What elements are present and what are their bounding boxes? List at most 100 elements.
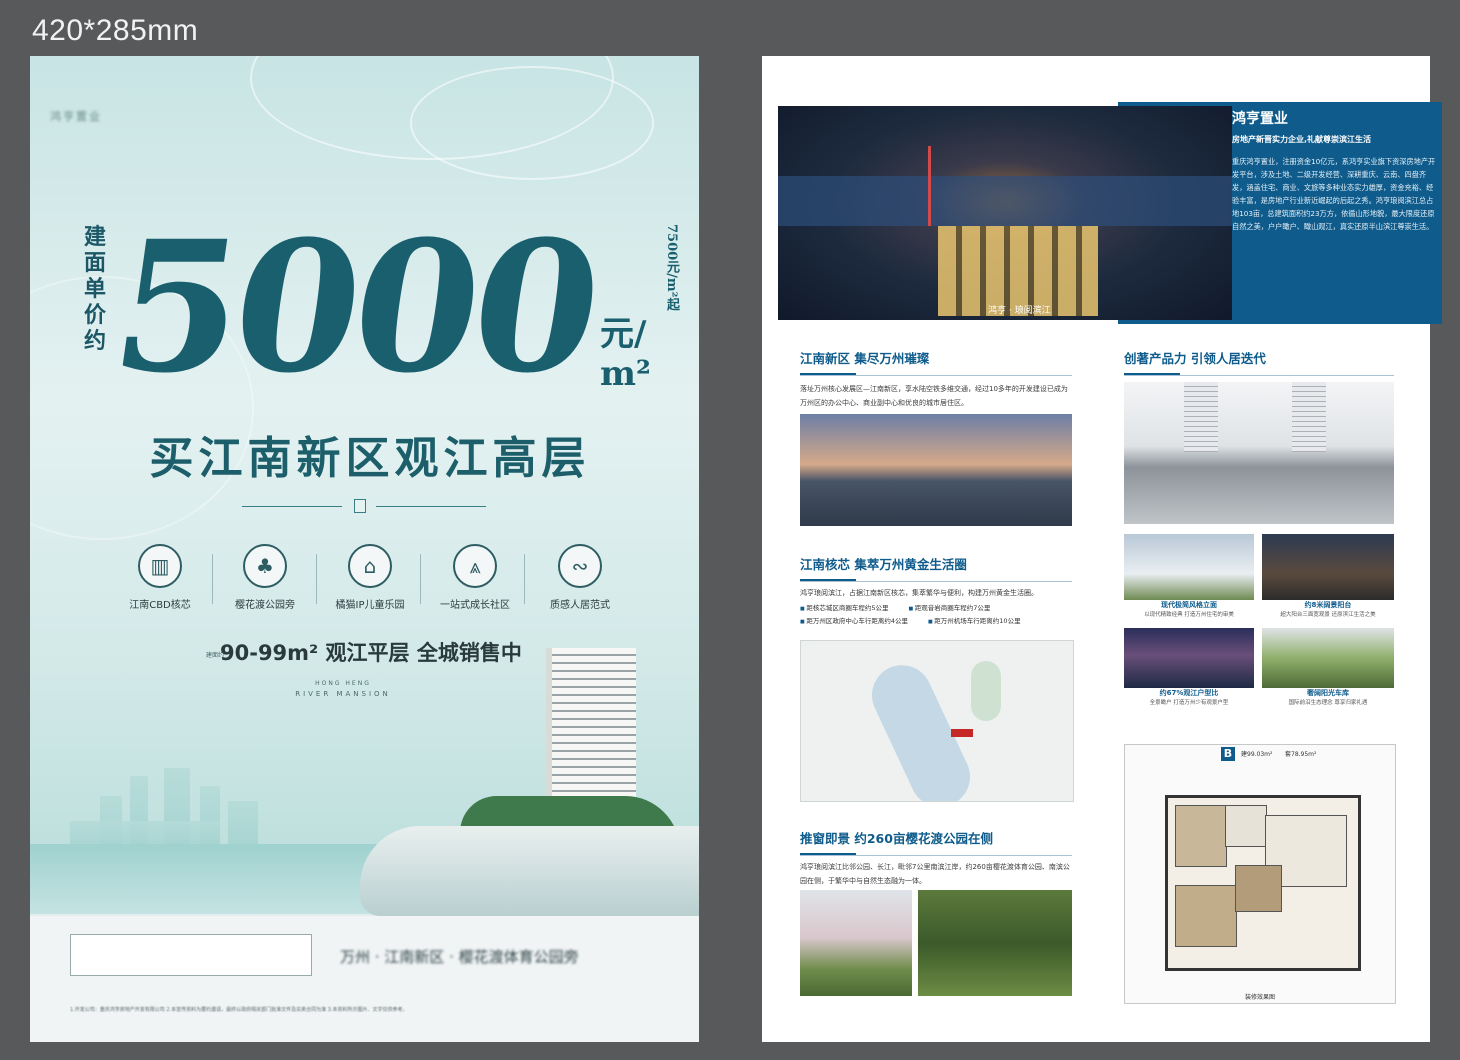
company-description: 重庆鸿亨置业，注册资金10亿元，系鸿亨实业旗下资深房地产开发平台，涉及土地、二级…	[1232, 157, 1436, 231]
thumb-title: 约67%观江户型比	[1159, 689, 1219, 697]
feature-label: 质感人居范式	[550, 600, 610, 611]
thumb-subtitle: 以现代精致经典 打造万州住宅的审美	[1144, 612, 1234, 618]
section-text: 鸿亨琅阅滨江比邻公园、长江，毗邻7公里南滨江岸，约260亩樱花渡体育公园、南滨公…	[800, 863, 1070, 885]
bedroom-room	[1175, 885, 1237, 947]
kitchen-room	[1225, 805, 1267, 847]
plan-caption: 装修效果图	[1244, 994, 1275, 1001]
distance-item: 距观音岩商圈车程约7公里	[908, 602, 991, 612]
section-text: 落址万州核心发展区—江南新区，享水陆空铁多维交通，经过10多年的开发建设已成为万…	[800, 385, 1068, 407]
company-info: 鸿亨置业 房地产新晋实力企业,礼献尊崇滨江生活 重庆鸿亨置业，注册资金10亿元，…	[1232, 108, 1438, 318]
price-unit: 元/ m²	[600, 314, 651, 394]
section-title: 江南核芯 集萃万州黄金生活圈	[800, 557, 967, 572]
section-rule	[800, 581, 1072, 582]
section-product: 创著产品力 引领人居迭代	[1124, 348, 1394, 376]
section-title: 创著产品力 引领人居迭代	[1124, 351, 1266, 366]
distance-list: 距核芯城区商圈车程约5公里 距观音岩商圈车程约7公里 距万州区政府中心车行距离约…	[800, 602, 1072, 625]
poster-headline: 买江南新区观江高层	[149, 433, 591, 484]
thumb-subtitle: 全景瞰户 打造万州少有观景户型	[1149, 700, 1229, 706]
thumb-subtitle: 超大阳台三面宽观景 还原滨江生活之美	[1280, 612, 1376, 618]
thumb-title: 现代极简风格立面	[1161, 601, 1217, 609]
feature-label: 橘猫IP儿童乐园	[335, 600, 405, 611]
thumb-caption: 约67%观江户型比 全景瞰户 打造万州少有观景户型	[1124, 688, 1254, 706]
river-view-photo	[1124, 628, 1254, 688]
area-line: 90-99m² 观江平层 全城销售中	[220, 641, 522, 665]
park-greenery-photo	[918, 890, 1072, 996]
map-lake	[971, 661, 1001, 721]
front-poster: 鸿亨置业 建面单价约 5000 元/ m² 7500元/m²起 买江南新区观江高…	[30, 56, 699, 1042]
divider-ornament-icon	[354, 499, 366, 513]
feature-separator	[420, 554, 421, 604]
contact-box	[70, 934, 312, 976]
divider	[242, 506, 342, 507]
feature-item: ♣ 樱花渡公园旁	[215, 544, 315, 611]
area-inner: 套78.95m²	[1285, 751, 1317, 758]
lobby-photo	[1124, 382, 1394, 524]
tower-right	[1292, 382, 1326, 452]
thumb-caption: 奢阔阳光车库 国际前沿生态理念 尊享归家礼遇	[1262, 688, 1394, 706]
balcony-photo	[1262, 534, 1394, 600]
project-address: 万州 · 江南新区 · 樱花渡体育公园旁	[340, 948, 579, 966]
night-aerial-photo: 鸿亨 · 琅阅滨江	[778, 106, 1232, 320]
feature-separator	[212, 554, 213, 604]
bridge-pylon	[928, 146, 931, 226]
distance-item: 距核芯城区商圈车程约5公里	[800, 602, 888, 612]
thumb-subtitle: 国际前沿生态理念 尊享归家礼遇	[1288, 700, 1368, 706]
city-icon: ▥	[138, 544, 182, 588]
divider	[376, 506, 486, 507]
brand-en-top: HONG HENG	[315, 680, 371, 687]
swirl-icon: ∾	[558, 544, 602, 588]
feature-separator	[524, 554, 525, 604]
floor-plan: B 建99.03m² 套78.95m² 装修效果图	[1124, 744, 1396, 1004]
area-built: 建99.03m²	[1241, 751, 1273, 758]
tower-left	[1184, 382, 1218, 452]
price-unit-b: m²	[600, 354, 651, 394]
price-unit-a: 元/	[600, 314, 647, 354]
section-core: 江南核芯 集萃万州黄金生活圈 鸿亨琅阅滨江，占据江南新区核芯，集萃繁华与便利，构…	[800, 554, 1072, 628]
bedroom-room	[1235, 865, 1282, 912]
back-page: 鸿亨 · 琅阅滨江 鸿亨置业 房地产新晋实力企业,礼献尊崇滨江生活 重庆鸿亨置业…	[762, 56, 1442, 1042]
brand-en-bottom: RIVER MANSION	[295, 690, 391, 698]
feature-item: ⩓ 一站式成长社区	[425, 544, 525, 611]
price-subnote: 7500元/m²起	[664, 224, 679, 311]
river-water	[778, 176, 1232, 226]
feature-label: 樱花渡公园旁	[235, 600, 295, 611]
location-map	[800, 640, 1074, 802]
section-park: 推窗即景 约260亩樱花渡公园在侧 鸿亨琅阅滨江比邻公园、长江，毗邻7公里南滨江…	[800, 828, 1072, 888]
price-number: 5000	[101, 202, 608, 413]
company-name: 鸿亨置业	[1232, 111, 1288, 127]
size-label: 420*285mm	[32, 14, 199, 47]
city-skyline-photo	[800, 414, 1072, 526]
feature-item: ∾ 质感人居范式	[530, 544, 630, 611]
playground-icon: ⌂	[348, 544, 392, 588]
feature-label: 一站式成长社区	[440, 600, 510, 611]
section-rule	[800, 855, 1072, 856]
section-district: 江南新区 集尽万州璀璨 落址万州核心发展区—江南新区，享水陆空铁多维交通，经过1…	[800, 348, 1072, 410]
poster-logo: 鸿亨置业	[50, 110, 102, 123]
bedroom-room	[1175, 805, 1227, 867]
decor-swirl	[410, 66, 654, 180]
disclaimer: 1.开发公司：重庆鸿亨房地产开发有限公司 2.本宣传资料为要约邀请，最终以政府相…	[70, 1007, 408, 1013]
hero-caption: 鸿亨 · 琅阅滨江	[988, 306, 1051, 316]
distance-item: 距万州机场车行距离约10公里	[928, 615, 1020, 625]
tree-icon: ♣	[243, 544, 287, 588]
section-rule	[1124, 375, 1394, 376]
facade-photo	[1124, 534, 1254, 600]
price-prefix: 建面单价约	[84, 224, 107, 354]
thumb-caption: 现代极简风格立面 以现代精致经典 打造万州住宅的审美	[1124, 600, 1254, 618]
thumb-title: 奢阔阳光车库	[1307, 689, 1349, 697]
park-bridge-photo	[800, 890, 912, 996]
section-text: 鸿亨琅阅滨江，占据江南新区核芯，集萃繁华与便利，构建万州黄金生活圈。	[800, 589, 1038, 597]
section-rule	[800, 375, 1072, 376]
feature-item: ▥ 江南CBD核芯	[110, 544, 210, 611]
section-title: 江南新区 集尽万州璀璨	[800, 351, 930, 366]
thumb-title: 约8米阔景阳台	[1304, 601, 1352, 609]
feature-list: ▥ 江南CBD核芯 ♣ 樱花渡公园旁 ⌂ 橘猫IP儿童乐园 ⩓ 一站式成长社区 …	[110, 544, 630, 611]
feature-separator	[316, 554, 317, 604]
viewing-terrace	[360, 826, 699, 916]
section-title: 推窗即景 约260亩樱花渡公园在侧	[800, 831, 993, 846]
distance-item: 距万州区政府中心车行距离约4公里	[800, 615, 908, 625]
unit-badge: B	[1221, 747, 1235, 761]
company-slogan: 房地产新晋实力企业,礼献尊崇滨江生活	[1232, 135, 1372, 144]
garage-photo	[1262, 628, 1394, 688]
community-icon: ⩓	[453, 544, 497, 588]
